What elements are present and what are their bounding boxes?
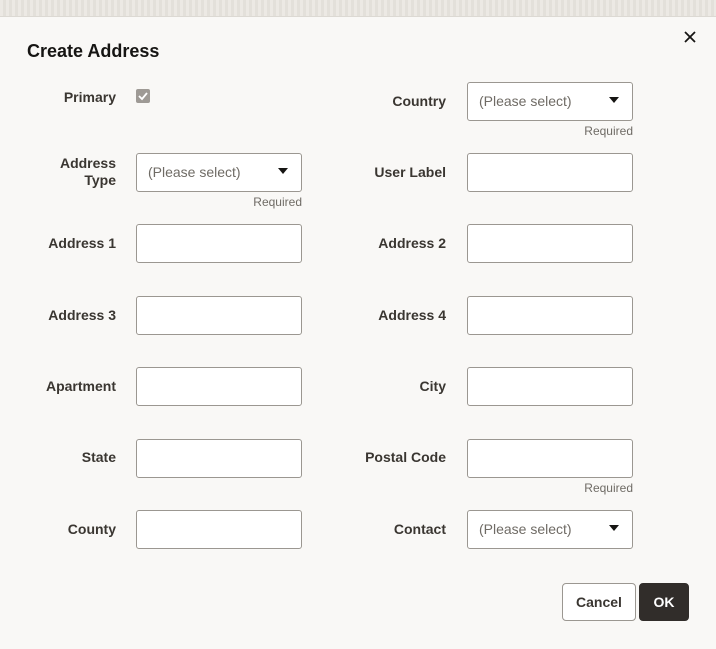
- country-select[interactable]: (Please select): [467, 82, 633, 121]
- user-label-label: User Label: [374, 164, 446, 180]
- county-field[interactable]: [136, 510, 302, 549]
- ok-button[interactable]: OK: [639, 583, 689, 621]
- address-type-required: Required: [253, 195, 302, 209]
- address2-input[interactable]: [468, 225, 632, 262]
- country-required: Required: [584, 124, 633, 138]
- apartment-field[interactable]: [136, 367, 302, 406]
- cancel-button[interactable]: Cancel: [562, 583, 636, 621]
- city-field[interactable]: [467, 367, 633, 406]
- address3-label: Address 3: [48, 307, 116, 323]
- postal-code-input[interactable]: [468, 440, 632, 477]
- address1-label: Address 1: [48, 235, 116, 251]
- postal-code-required: Required: [584, 481, 633, 495]
- address-type-label-line1: Address: [59, 155, 116, 171]
- address1-input[interactable]: [137, 225, 301, 262]
- state-field[interactable]: [136, 439, 302, 478]
- city-label: City: [419, 378, 446, 394]
- address4-field[interactable]: [467, 296, 633, 335]
- address4-label: Address 4: [378, 307, 446, 323]
- city-input[interactable]: [468, 368, 632, 405]
- address-type-label-line2: Type: [84, 172, 116, 188]
- apartment-input[interactable]: [137, 368, 301, 405]
- caret-down-icon: [278, 168, 288, 174]
- checkmark-icon: [138, 92, 148, 101]
- user-label-field[interactable]: [467, 153, 633, 192]
- address-type-placeholder: (Please select): [148, 164, 241, 180]
- address3-field[interactable]: [136, 296, 302, 335]
- address2-field[interactable]: [467, 224, 633, 263]
- address2-label: Address 2: [378, 235, 446, 251]
- user-label-input[interactable]: [468, 154, 632, 191]
- primary-checkbox[interactable]: [136, 89, 150, 103]
- postal-code-label: Postal Code: [365, 449, 446, 465]
- address4-input[interactable]: [468, 297, 632, 334]
- address1-field[interactable]: [136, 224, 302, 263]
- apartment-label: Apartment: [45, 378, 116, 394]
- primary-label: Primary: [63, 89, 116, 105]
- country-placeholder: (Please select): [479, 93, 572, 109]
- dialog-title: Create Address: [27, 41, 160, 61]
- county-input[interactable]: [137, 511, 301, 548]
- caret-down-icon: [609, 97, 619, 103]
- postal-code-field[interactable]: [467, 439, 633, 478]
- contact-label: Contact: [393, 521, 446, 537]
- address-type-label: Address Type: [20, 155, 116, 189]
- create-address-dialog: Create Address Primary Country (Please s…: [0, 16, 716, 649]
- caret-down-icon: [609, 525, 619, 531]
- address-type-select[interactable]: (Please select): [136, 153, 302, 192]
- close-icon[interactable]: [680, 27, 700, 47]
- contact-select[interactable]: (Please select): [467, 510, 633, 549]
- state-label: State: [81, 449, 116, 465]
- address3-input[interactable]: [137, 297, 301, 334]
- contact-placeholder: (Please select): [479, 521, 572, 537]
- county-label: County: [67, 521, 116, 537]
- country-label: Country: [392, 93, 446, 109]
- state-input[interactable]: [137, 440, 301, 477]
